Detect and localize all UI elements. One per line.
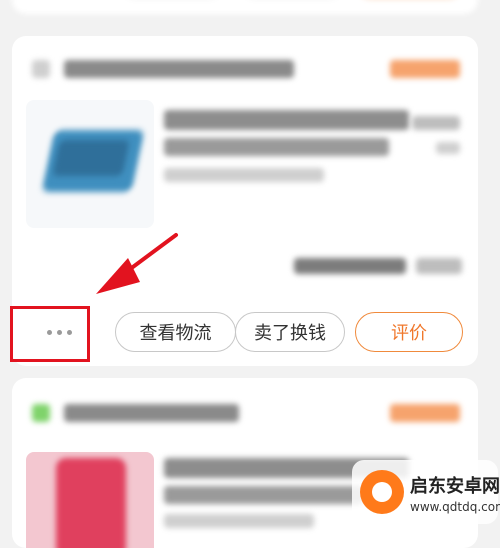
- product-quantity: [436, 142, 460, 154]
- review-button[interactable]: 评价: [355, 312, 463, 352]
- watermark-logo-icon: [360, 470, 404, 514]
- shop-name[interactable]: [64, 404, 239, 422]
- view-logistics-button[interactable]: 查看物流: [115, 312, 236, 352]
- watermark-url: www.qdtdq.com: [410, 500, 500, 514]
- product-thumbnail[interactable]: [26, 452, 154, 548]
- previous-order-card: [12, 0, 478, 14]
- product-title-line2: [164, 486, 364, 504]
- order-summary: [294, 258, 406, 274]
- product-thumbnail[interactable]: [26, 100, 154, 228]
- annotation-highlight-box: [10, 306, 90, 362]
- product-title[interactable]: [164, 110, 409, 130]
- shop-name[interactable]: [64, 60, 294, 78]
- sell-for-cash-button[interactable]: 卖了换钱: [235, 312, 345, 352]
- shop-icon: [32, 60, 50, 78]
- product-spec: [164, 514, 314, 528]
- watermark-title: 启东安卓网: [410, 476, 500, 497]
- site-watermark: 启东安卓网 www.qdtdq.com: [352, 460, 500, 524]
- order-status-badge: [390, 60, 460, 78]
- shop-icon: [32, 404, 50, 422]
- product-title-line2: [164, 138, 389, 156]
- order-status-badge: [390, 404, 460, 422]
- product-price: [412, 116, 460, 130]
- product-spec: [164, 168, 324, 182]
- order-total: [416, 258, 462, 274]
